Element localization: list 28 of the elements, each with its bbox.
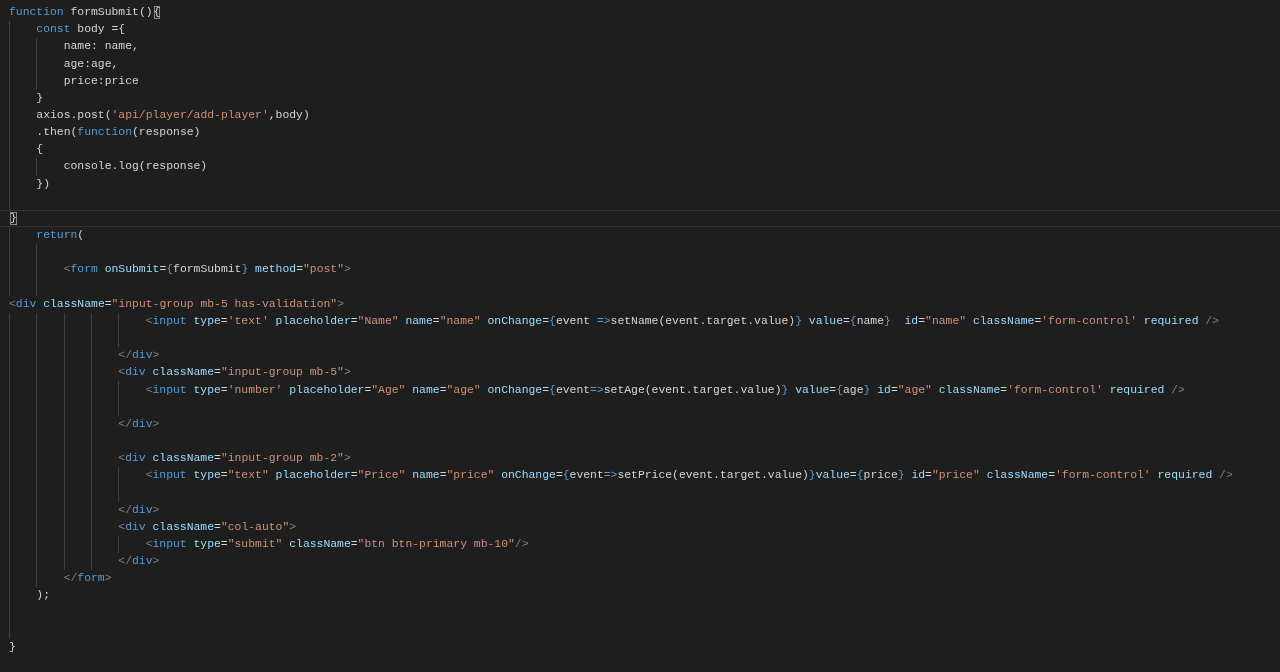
code-line: { <box>36 142 44 158</box>
code-line: <div className="input-group mb-5 has-validation"> <box>9 296 344 312</box>
code-line: <form onSubmit={formSubmit} method="post"> <box>63 262 351 278</box>
code-line: </form> <box>63 571 112 587</box>
code-line: ); <box>36 588 50 604</box>
code-line: <div className="input-group mb-2"> <box>118 451 351 467</box>
code-line: const body ={ <box>36 22 126 38</box>
code-line: } <box>36 90 44 106</box>
code-line: name: name, <box>63 39 139 55</box>
code-line: <input type='text' placeholder="Name" name="name" onChange={event =>setName(event.target.value)} value={name} id="name" className='form-control' required /> <box>145 313 1219 329</box>
code-line: <input type="submit" className="btn btn-primary mb-10"/> <box>145 536 529 552</box>
code-line: return( <box>36 228 85 244</box>
code-line: <input type='number' placeholder="Age" name="age" onChange={event=>setAge(event.target.value)} value={age} id="age" className='form-control' required /> <box>145 382 1185 398</box>
code-line: age:age, <box>63 56 119 72</box>
code-line: .then(function(response) <box>36 125 201 141</box>
code-line: axios.post('api/player/add-player',body) <box>36 108 310 123</box>
code-line: <input type="text" placeholder="Price" name="price" onChange={event=>setPrice(event.target.value)}value={price} id="price" className='form-control' required /> <box>145 468 1233 484</box>
code-line: <div className="input-group mb-5"> <box>118 365 351 381</box>
code-line: </div> <box>118 348 160 364</box>
code-line: </div> <box>118 502 160 518</box>
code-line: }) <box>36 176 50 192</box>
code-line: } <box>9 210 17 226</box>
code-line: <div className="col-auto"> <box>118 519 297 535</box>
code-line: } <box>9 639 16 655</box>
code-line: console.log(response) <box>63 159 208 175</box>
code-line: </div> <box>118 416 160 432</box>
code-line: </div> <box>118 554 160 570</box>
code-line: price:price <box>63 73 139 89</box>
